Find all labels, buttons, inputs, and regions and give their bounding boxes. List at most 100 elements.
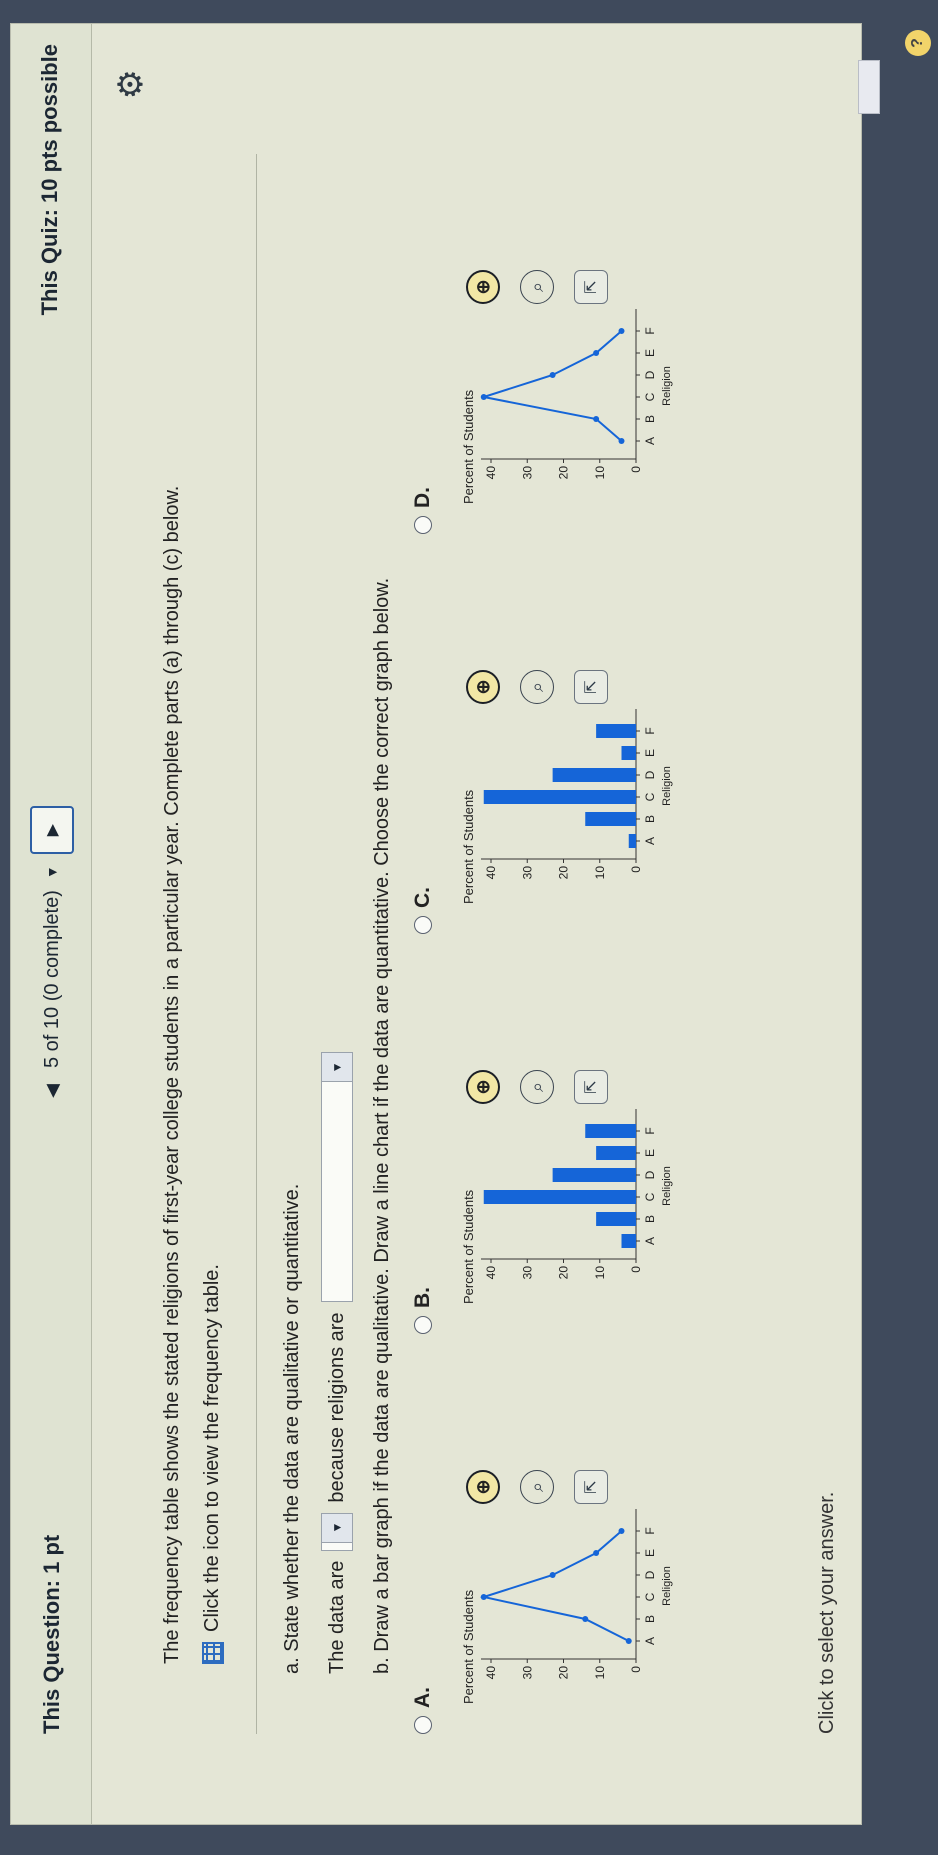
y-tick-label: 40	[484, 466, 498, 480]
radio-button[interactable]	[414, 1316, 432, 1334]
option-a-header[interactable]: A.	[411, 1687, 435, 1734]
data-point	[549, 1572, 556, 1578]
y-tick-label: 10	[593, 1666, 607, 1680]
popout-icon[interactable]: ⇱	[574, 1070, 608, 1104]
chevron-down-icon[interactable]: ▼	[322, 1053, 352, 1083]
popout-icon[interactable]: ⇱	[574, 270, 608, 304]
help-icon[interactable]: ?	[905, 30, 931, 56]
gear-icon[interactable]: ⚙	[111, 69, 151, 99]
data-point	[625, 1638, 632, 1644]
y-axis-label: Percent of Students	[461, 1189, 476, 1304]
radio-button[interactable]	[414, 516, 432, 534]
bar	[621, 1234, 636, 1248]
top-bar: This Question: 1 pt ◀ 5 of 10 (0 complet…	[11, 24, 92, 1824]
bar	[596, 1212, 636, 1226]
y-tick-label: 20	[557, 1666, 571, 1680]
question-points: This Question: 1 pt	[39, 1534, 64, 1734]
x-tick-label: C	[643, 1592, 657, 1601]
chart-tools: ⊕ ⌕ ⇱	[466, 270, 608, 304]
y-tick-label: 10	[593, 1266, 607, 1280]
data-point	[618, 328, 625, 334]
option-label[interactable]: D.	[411, 487, 435, 508]
question-navigator: ◀ 5 of 10 (0 complete) ▼ ▶	[30, 806, 74, 1104]
zoom-in-icon[interactable]: ⊕	[466, 1070, 500, 1104]
chevron-down-icon[interactable]: ▼	[322, 1513, 352, 1543]
previous-question-button[interactable]: ◀	[37, 1078, 67, 1104]
option-a-chart: Percent of Students 0 10 20 30 40 A B C D E F Religi…	[461, 1509, 673, 1704]
bar	[483, 790, 636, 804]
x-tick-label: D	[643, 1570, 657, 1579]
data-point	[618, 438, 625, 444]
instruction-footer: Click to select your answer.	[816, 1491, 838, 1734]
option-label[interactable]: B.	[411, 1287, 435, 1308]
frequency-table-link[interactable]: Click the icon to view the frequency tab…	[201, 1264, 224, 1664]
bar	[596, 1146, 636, 1160]
zoom-out-icon[interactable]: ⌕	[520, 1070, 554, 1104]
y-axis-label: Percent of Students	[461, 789, 476, 904]
option-d-header[interactable]: D.	[411, 487, 435, 534]
x-tick-label: F	[643, 327, 657, 334]
chart-tools: ⊕ ⌕ ⇱	[466, 1070, 608, 1104]
data-point	[480, 394, 487, 400]
zoom-out-icon[interactable]: ⌕	[520, 670, 554, 704]
x-axis-label: Religion	[661, 366, 673, 406]
y-tick-label: 0	[629, 866, 643, 873]
x-tick-label: A	[643, 437, 657, 445]
popout-icon[interactable]: ⇱	[574, 670, 608, 704]
part-b-prompt: b. Draw a bar graph if the data are qual…	[371, 577, 393, 1674]
y-tick-label: 30	[520, 1666, 534, 1680]
y-tick-label: 40	[484, 1666, 498, 1680]
data-point	[593, 1550, 600, 1556]
popout-icon[interactable]: ⇱	[574, 1470, 608, 1504]
radio-button[interactable]	[414, 916, 432, 934]
y-tick-label: 0	[629, 1266, 643, 1273]
chart-tools: ⊕ ⌕ ⇱	[466, 670, 608, 704]
option-label[interactable]: C.	[411, 887, 435, 908]
because-label: because religions are	[325, 1312, 348, 1503]
y-tick-label: 30	[520, 466, 534, 480]
x-tick-label: B	[643, 1615, 657, 1623]
x-tick-label: B	[643, 415, 657, 423]
option-c[interactable]: C. Percent of Students 0 10 20 30 40 A B C D E F Rel…	[411, 554, 811, 934]
option-label[interactable]: A.	[411, 1687, 435, 1708]
quiz-points: This Quiz: 10 pts possible	[37, 44, 62, 316]
data-point	[593, 350, 600, 356]
y-tick-label: 20	[557, 866, 571, 880]
next-question-button[interactable]: ▶	[30, 806, 74, 855]
x-tick-label: C	[643, 392, 657, 401]
bar	[552, 1168, 636, 1182]
option-c-chart: Percent of Students 0 10 20 30 40 A B C D E F Religi…	[461, 709, 673, 904]
zoom-out-icon[interactable]: ⌕	[520, 1470, 554, 1504]
zoom-in-icon[interactable]: ⊕	[466, 1470, 500, 1504]
y-tick-label: 40	[484, 1266, 498, 1280]
y-tick-label: 30	[520, 866, 534, 880]
option-a[interactable]: A. Percent of Students 0 10 20 30 40 A B C D E F Rel…	[411, 1354, 811, 1734]
option-b-header[interactable]: B.	[411, 1287, 435, 1334]
frequency-table-link-text[interactable]: Click the icon to view the frequency tab…	[201, 1264, 224, 1632]
option-d[interactable]: D. Percent of Students 0 10 20 30 40 A B C D E F Rel…	[411, 154, 811, 534]
x-tick-label: F	[643, 1127, 657, 1134]
zoom-out-icon[interactable]: ⌕	[520, 270, 554, 304]
question-panel: This Question: 1 pt ◀ 5 of 10 (0 complet…	[10, 23, 862, 1825]
option-b-chart: Percent of Students 0 10 20 30 40 A B C D E F Religi…	[461, 1109, 673, 1304]
religion-type-select[interactable]: ▼	[321, 1052, 353, 1303]
x-tick-label: E	[643, 349, 657, 357]
y-tick-label: 20	[557, 1266, 571, 1280]
zoom-in-icon[interactable]: ⊕	[466, 670, 500, 704]
y-axis-label: Percent of Students	[461, 1589, 476, 1704]
radio-button[interactable]	[414, 1716, 432, 1734]
question-intro: The frequency table shows the stated rel…	[161, 485, 183, 1664]
x-tick-label: C	[643, 1192, 657, 1201]
zoom-in-icon[interactable]: ⊕	[466, 270, 500, 304]
option-b[interactable]: B. Percent of Students 0 10 20 30 40 A B C D E F Rel…	[411, 954, 811, 1334]
progress-dropdown-icon[interactable]: ▼	[37, 864, 67, 880]
data-type-select[interactable]: ▼	[321, 1512, 353, 1551]
x-axis-label: Religion	[661, 1166, 673, 1206]
data-point	[549, 372, 556, 378]
option-c-header[interactable]: C.	[411, 887, 435, 934]
bar	[596, 724, 636, 738]
data-point	[582, 1616, 589, 1622]
progress-label[interactable]: 5 of 10 (0 complete)	[41, 890, 64, 1068]
grid-icon[interactable]	[201, 1642, 224, 1664]
scroll-arrows[interactable]	[858, 60, 880, 114]
